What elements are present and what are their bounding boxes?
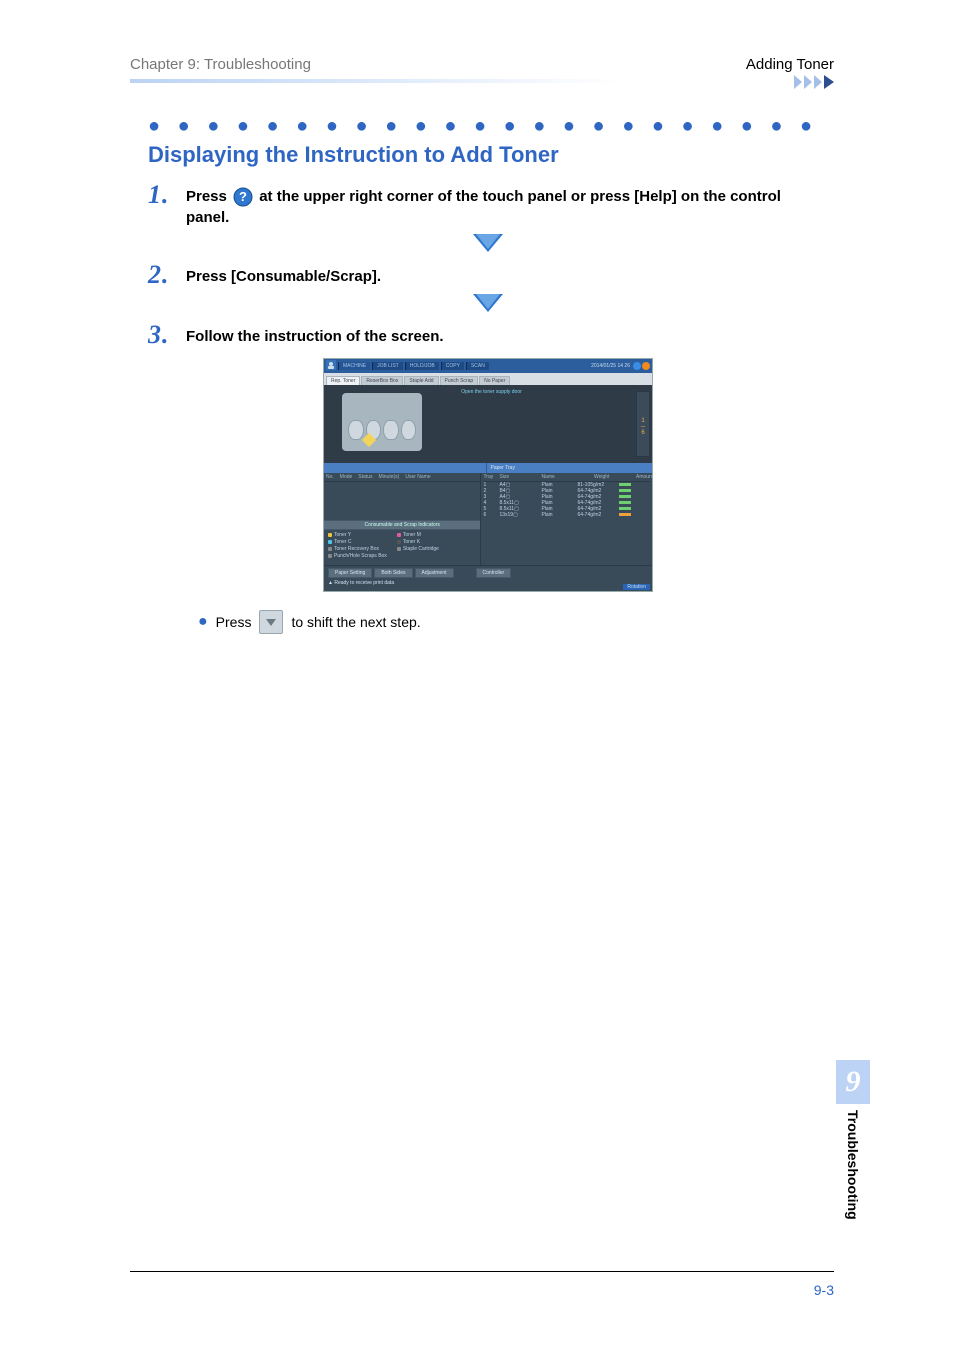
toner-k-icon — [397, 540, 401, 544]
traycol-size: Size — [499, 474, 535, 480]
jobcol-no: No. — [326, 474, 334, 480]
staple-icon — [397, 547, 401, 551]
rotation-badge: Rotation — [623, 584, 650, 590]
embedded-screenshot: MACHINE JOB LIST HOLD/JOB COPY SCAN 2014… — [148, 358, 828, 592]
header-rule — [130, 79, 834, 89]
toner-m-icon — [397, 533, 401, 537]
step-arrow-2 — [148, 294, 828, 314]
traycol-amount: Amount — [636, 474, 650, 480]
info-icon[interactable] — [633, 362, 641, 370]
step-2-text: Press [Consumable/Scrap]. — [186, 262, 381, 287]
bullet-text-pre: Press — [216, 614, 252, 630]
consumable-list: Toner Y Toner C Toner Recovery Box Punch… — [324, 530, 480, 565]
instruction-text: Open the toner supply door — [461, 389, 646, 395]
datetime-label: 2014/01/25 14 26 — [591, 363, 630, 369]
traycol-weight: Weight — [594, 474, 630, 480]
jobcol-user: User Name — [405, 474, 430, 480]
toner-c-label: Toner C — [334, 539, 352, 545]
step-arrow-1 — [148, 234, 828, 254]
page-footer: 9-3 — [130, 1271, 834, 1298]
both-sides-button[interactable]: Both Sides — [374, 568, 412, 578]
toner-k-label: Toner K — [403, 539, 420, 545]
tab-hold-job[interactable]: HOLD/JOB — [405, 362, 439, 370]
page-topic: Adding Toner — [746, 56, 834, 73]
job-list-body — [324, 482, 480, 520]
recovery-box-icon — [328, 547, 332, 551]
step-2: 2. Press [Consumable/Scrap]. — [148, 262, 828, 288]
svg-text:?: ? — [239, 189, 247, 204]
chapter-label: Chapter 9: Troubleshooting — [130, 56, 311, 73]
subtab-reserbox[interactable]: ReserBox Box — [361, 376, 403, 385]
tab-job-list[interactable]: JOB LIST — [372, 362, 403, 370]
toner-m-label: Toner M — [403, 532, 421, 538]
jobcol-min: Minute(s) — [378, 474, 399, 480]
jobcol-status: Status — [358, 474, 372, 480]
side-chapter-tab: 9 Troubleshooting — [836, 1060, 870, 1280]
punch-box-label: Punch/Hole Scraps Box — [334, 553, 387, 559]
subtab-rep-toner[interactable]: Rep. Toner — [326, 376, 360, 385]
traycol-name: Name — [541, 474, 588, 480]
section-title: Displaying the Instruction to Add Toner — [148, 142, 828, 168]
machine-diagram — [342, 393, 422, 451]
step-number-3: 3. — [148, 322, 176, 348]
tray-row: 613x19▢Plain64-74g/m2 — [483, 512, 650, 518]
job-columns: No. Mode Status Minute(s) User Name — [324, 473, 480, 482]
help-panel-icon[interactable] — [642, 362, 650, 370]
staple-label: Staple Cartridge — [403, 546, 439, 552]
step-number-1: 1. — [148, 182, 176, 208]
job-header-bar — [324, 463, 487, 473]
traycol-tray: Tray — [483, 474, 493, 480]
consumable-header: Consumable and Scrap Indicators — [324, 520, 480, 530]
paper-tray-header: Paper Tray — [487, 463, 653, 473]
page-number: 9-3 — [814, 1282, 834, 1298]
tab-copy[interactable]: COPY — [441, 362, 464, 370]
step-1-text-pre: Press — [186, 188, 231, 205]
down-arrow-button[interactable] — [259, 610, 283, 634]
side-chapter-number: 9 — [846, 1065, 861, 1099]
toner-c-icon — [328, 540, 332, 544]
subtab-staple-add[interactable]: Staple Add — [404, 376, 438, 385]
paper-setting-button[interactable]: Paper Setting — [328, 568, 372, 578]
bullet-icon: ● — [198, 614, 208, 630]
user-icon — [326, 360, 336, 372]
step-1-text-post: at the upper right corner of the touch p… — [186, 188, 781, 226]
step-3: 3. Follow the instruction of the screen. — [148, 322, 828, 348]
help-icon: ? — [233, 187, 253, 207]
status-text: Ready to receive print data — [334, 580, 394, 586]
recovery-box-label: Toner Recovery Box — [334, 546, 379, 552]
tab-machine[interactable]: MACHINE — [338, 362, 370, 370]
step-3-text: Follow the instruction of the screen. — [186, 322, 444, 347]
punch-box-icon — [328, 554, 332, 558]
adjustment-button[interactable]: Adjustment — [415, 568, 454, 578]
toner-y-label: Toner Y — [334, 532, 351, 538]
arrows-icon — [794, 75, 834, 89]
note-bullet: ● Press to shift the next step. — [198, 610, 828, 634]
jobcol-mode: Mode — [340, 474, 353, 480]
bullet-text-post: to shift the next step. — [291, 614, 420, 630]
step-number-2: 2. — [148, 262, 176, 288]
step-1: 1. Press ? at the upper right corner of … — [148, 182, 828, 228]
subtab-no-paper[interactable]: No Paper — [479, 376, 510, 385]
tray-columns: Tray Size Name Weight Amount — [483, 474, 650, 482]
toner-y-icon — [328, 533, 332, 537]
step-counter: 1─6 — [636, 391, 650, 457]
tab-scan[interactable]: SCAN — [466, 362, 489, 370]
side-chapter-label: Troubleshooting — [845, 1110, 861, 1220]
dotted-rule: ● ● ● ● ● ● ● ● ● ● ● ● ● ● ● ● ● ● ● ● … — [148, 115, 828, 138]
controller-button[interactable]: Controller — [476, 568, 512, 578]
subtab-punch-scrap[interactable]: Punch Scrap — [440, 376, 479, 385]
